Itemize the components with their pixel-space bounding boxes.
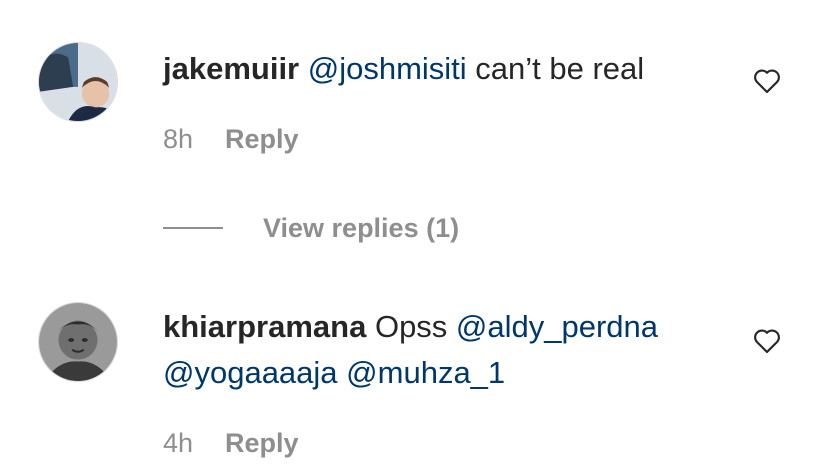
heart-outline-icon bbox=[754, 69, 780, 94]
comment: khiarpramana Opss @aldy_perdna @yogaaaaj… bbox=[0, 290, 826, 474]
comment-text: khiarpramana Opss @aldy_perdna @yogaaaaj… bbox=[163, 304, 716, 396]
comment-timestamp[interactable]: 8h bbox=[163, 124, 193, 155]
mention-link[interactable]: @muhza_1 bbox=[346, 355, 505, 390]
avatar[interactable] bbox=[38, 302, 118, 382]
comment-meta: 4h Reply bbox=[163, 428, 299, 459]
avatar[interactable] bbox=[38, 42, 118, 122]
comment: jakemuiir @joshmisiti can’t be real 8h R… bbox=[0, 0, 826, 260]
comment-username[interactable]: khiarpramana bbox=[163, 309, 366, 344]
view-replies-button[interactable]: View replies (1) bbox=[163, 208, 459, 248]
comment-text: jakemuiir @joshmisiti can’t be real bbox=[163, 46, 716, 92]
avatar-image bbox=[39, 303, 117, 381]
comment-body-text bbox=[338, 355, 347, 390]
replies-divider-line bbox=[163, 227, 223, 229]
comment-meta: 8h Reply bbox=[163, 124, 299, 155]
reply-button[interactable]: Reply bbox=[225, 124, 299, 155]
mention-link[interactable]: @joshmisiti bbox=[308, 51, 467, 86]
view-replies-label: View replies (1) bbox=[263, 212, 460, 243]
mention-link[interactable]: @yogaaaaja bbox=[163, 355, 338, 390]
comment-username[interactable]: jakemuiir bbox=[163, 51, 299, 86]
avatar-image bbox=[39, 43, 117, 121]
mention-link[interactable]: @aldy_perdna bbox=[456, 309, 658, 344]
like-button[interactable] bbox=[750, 64, 784, 96]
reply-button[interactable]: Reply bbox=[225, 428, 299, 459]
comment-body-text: can’t be real bbox=[466, 51, 645, 86]
comment-body-text: Opss bbox=[374, 309, 456, 344]
comment-timestamp[interactable]: 4h bbox=[163, 428, 193, 459]
heart-outline-icon bbox=[754, 329, 780, 354]
like-button[interactable] bbox=[750, 324, 784, 356]
